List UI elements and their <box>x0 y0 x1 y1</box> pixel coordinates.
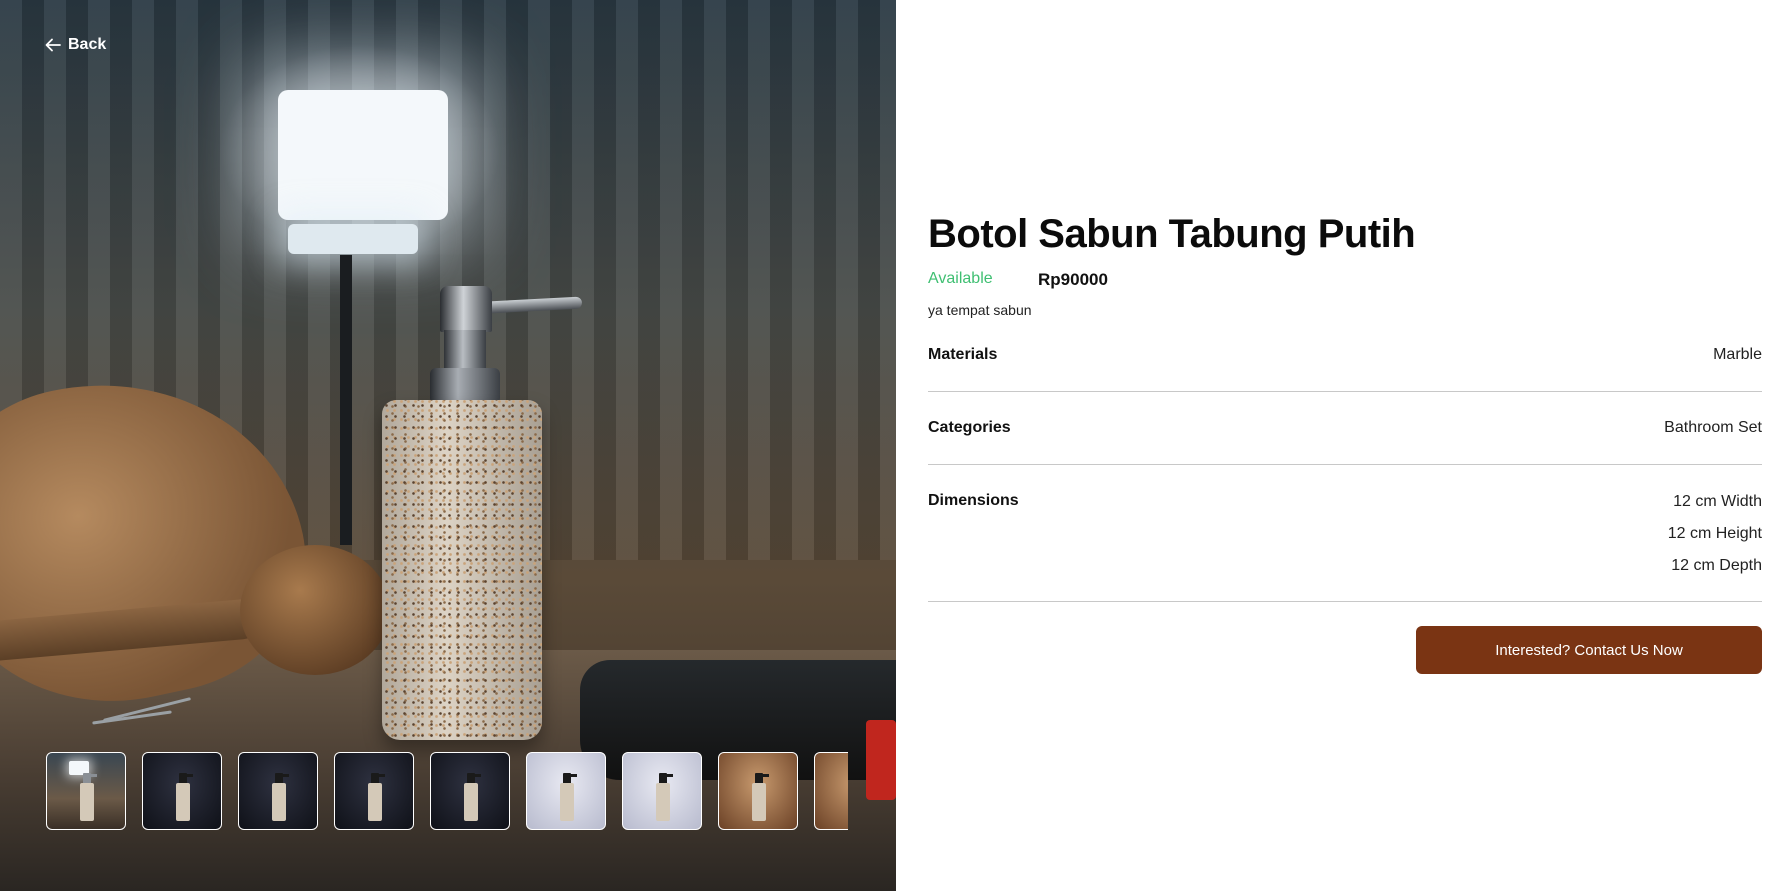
thumbnail-2[interactable] <box>142 752 222 830</box>
thumbnail-1[interactable] <box>46 752 126 830</box>
spec-row-categories: Categories Bathroom Set <box>928 419 1762 465</box>
thumbnail-bottle <box>656 783 670 821</box>
thumbnail-8[interactable] <box>718 752 798 830</box>
thumbnail-5[interactable] <box>430 752 510 830</box>
thumbnail-bottle <box>80 783 94 821</box>
power-drill-accent <box>866 720 896 800</box>
spec-label-dimensions: Dimensions <box>928 492 1019 509</box>
soap-bottle <box>382 400 542 740</box>
thumbnail-nozzle <box>666 774 673 777</box>
mallet-head <box>240 545 390 675</box>
studio-light <box>278 90 448 220</box>
thumbnail-strip[interactable] <box>46 752 848 832</box>
pump-head <box>440 286 492 332</box>
back-label: Back <box>68 36 107 53</box>
thumbnail-bottle <box>176 783 190 821</box>
light-stand <box>340 255 352 545</box>
thumbnail-bottle <box>368 783 382 821</box>
thumbnail-nozzle <box>762 774 769 777</box>
back-button[interactable]: Back <box>44 36 106 54</box>
thumbnail-nozzle <box>186 774 193 777</box>
dimension-height: 12 cm Height <box>1667 525 1762 542</box>
thumbnail-6[interactable] <box>526 752 606 830</box>
thumbnail-bottle <box>560 783 574 821</box>
spec-label-materials: Materials <box>928 346 998 363</box>
spec-row-materials: Materials Marble <box>928 346 1762 392</box>
thumbnail-9[interactable] <box>814 752 848 830</box>
product-hero-image: Back <box>0 0 896 891</box>
product-description: ya tempat sabun <box>928 302 1032 318</box>
thumbnail-4[interactable] <box>334 752 414 830</box>
spec-value-materials: Marble <box>1713 346 1762 363</box>
thumbnail-nozzle <box>474 774 481 777</box>
arrow-left-icon <box>44 36 62 54</box>
contact-us-button[interactable]: Interested? Contact Us Now <box>1416 626 1762 674</box>
spec-row-dimensions: Dimensions 12 cm Width 12 cm Height 12 c… <box>928 492 1762 602</box>
thumbnail-nozzle <box>378 774 385 777</box>
thumbnail-3[interactable] <box>238 752 318 830</box>
thumbnail-bottle <box>752 783 766 821</box>
product-details-panel: Botol Sabun Tabung Putih Available Rp900… <box>928 0 1762 891</box>
product-title: Botol Sabun Tabung Putih <box>928 212 1416 256</box>
thumbnail-nozzle <box>90 774 97 777</box>
dimension-width: 12 cm Width <box>1673 493 1762 510</box>
spec-value-categories: Bathroom Set <box>1664 419 1762 436</box>
pump-collar <box>430 368 500 404</box>
availability-status: Available <box>928 270 993 287</box>
thumbnail-nozzle <box>570 774 577 777</box>
pump-stem <box>444 330 486 370</box>
dimension-depth: 12 cm Depth <box>1671 557 1762 574</box>
thumbnail-bottle <box>272 783 286 821</box>
spec-value-dimensions: 12 cm Width 12 cm Height 12 cm Depth <box>1668 492 1762 588</box>
spec-label-categories: Categories <box>928 419 1011 436</box>
studio-light-base <box>288 224 418 254</box>
thumbnail-7[interactable] <box>622 752 702 830</box>
thumbnail-nozzle <box>282 774 289 777</box>
thumbnail-bottle <box>464 783 478 821</box>
product-price: Rp90000 <box>1038 270 1108 289</box>
